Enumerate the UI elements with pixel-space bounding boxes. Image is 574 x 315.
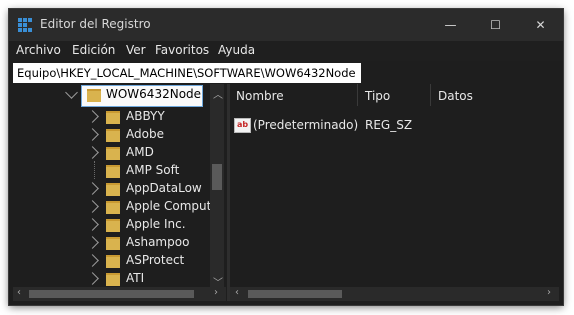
key-tree-pane: WOW6432Node ABBYY Adobe AMD AMP Soft App…	[13, 84, 226, 301]
address-bar[interactable]: Equipo\HKEY_LOCAL_MACHINE\SOFTWARE\WOW64…	[13, 63, 361, 83]
folder-icon	[106, 201, 120, 214]
column-header-tipo[interactable]: Tipo	[365, 89, 390, 103]
menu-archivo[interactable]: Archivo	[16, 43, 61, 57]
chevron-right-icon[interactable]	[86, 200, 99, 213]
value-name: (Predeterminado)	[253, 118, 359, 132]
chevron-right-icon[interactable]	[86, 272, 99, 285]
folder-icon	[106, 237, 120, 250]
scrollbar-thumb[interactable]	[29, 290, 194, 298]
scrollbar-thumb[interactable]	[248, 290, 342, 298]
tree-item-label: Ashampoo	[126, 235, 190, 249]
folder-icon	[106, 183, 120, 196]
scroll-right-icon[interactable]: ›	[214, 287, 218, 298]
window-title: Editor del Registro	[40, 17, 151, 31]
tree-item-label: ATI	[126, 271, 145, 285]
folder-icon	[106, 219, 120, 232]
chevron-down-icon[interactable]	[65, 86, 78, 99]
chevron-right-icon[interactable]	[86, 254, 99, 267]
tree-item-label: Apple Computer	[126, 199, 224, 213]
chevron-right-icon[interactable]	[86, 182, 99, 195]
values-pane: Nombre Tipo Datos ab (Predeterminado) RE…	[230, 84, 559, 301]
tree-item[interactable]: AMD	[13, 143, 208, 161]
tree-item-label: Apple Inc.	[126, 217, 186, 231]
tree-item-label: ABBYY	[126, 109, 165, 123]
tree-item-label: AppDataLow	[126, 181, 202, 195]
close-button[interactable]: ✕	[518, 9, 563, 41]
folder-icon	[87, 89, 101, 102]
menu-ayuda[interactable]: Ayuda	[218, 43, 255, 57]
menu-ver[interactable]: Ver	[126, 43, 146, 57]
chevron-right-icon[interactable]	[86, 236, 99, 249]
tree-item[interactable]: ABBYY	[13, 107, 208, 125]
menu-favoritos[interactable]: Favoritos	[155, 43, 209, 57]
value-type: REG_SZ	[365, 118, 413, 132]
minimize-icon: —	[444, 18, 457, 32]
tree-item[interactable]: Ashampoo	[13, 233, 208, 251]
tree-item[interactable]: ATI	[13, 269, 208, 287]
menu-edicion[interactable]: Edición	[72, 43, 115, 57]
column-divider[interactable]	[357, 84, 358, 106]
column-header-nombre[interactable]: Nombre	[236, 89, 284, 103]
tree-item[interactable]: Adobe	[13, 125, 208, 143]
scrollbar-thumb[interactable]	[212, 164, 222, 190]
close-icon: ✕	[535, 18, 546, 32]
tree-item[interactable]: AppDataLow	[13, 179, 208, 197]
registry-editor-window: Editor del Registro — ☐ ✕ Archivo Edició…	[9, 9, 563, 305]
tree-item-label: AMD	[126, 145, 154, 159]
column-divider[interactable]	[430, 84, 431, 106]
values-horizontal-scrollbar[interactable]: ‹ ›	[230, 287, 559, 301]
chevron-right-icon[interactable]	[86, 218, 99, 231]
scroll-up-icon[interactable]: ︿	[213, 86, 223, 101]
folder-icon	[106, 255, 120, 268]
regedit-icon	[18, 18, 32, 32]
chevron-right-icon[interactable]	[86, 146, 99, 159]
column-header-datos[interactable]: Datos	[438, 89, 473, 103]
title-bar[interactable]: Editor del Registro — ☐ ✕	[9, 9, 563, 41]
maximize-button[interactable]: ☐	[473, 9, 518, 41]
tree-item-label: Adobe	[126, 127, 164, 141]
folder-icon	[106, 147, 120, 160]
maximize-icon: ☐	[490, 18, 501, 32]
tree-horizontal-scrollbar[interactable]: ‹ ›	[13, 287, 226, 301]
tree-item[interactable]: AMP Soft	[13, 161, 208, 179]
minimize-button[interactable]: —	[428, 9, 473, 41]
folder-icon	[106, 273, 120, 286]
tree-vertical-scrollbar[interactable]: ︿ ﹀	[210, 84, 224, 289]
tree-item-label: AMP Soft	[126, 163, 180, 177]
chevron-right-icon[interactable]	[86, 110, 99, 123]
folder-icon	[106, 129, 120, 142]
menu-bar: Archivo Edición Ver Favoritos Ayuda	[9, 41, 563, 61]
string-value-icon: ab	[234, 118, 251, 133]
tree-connector-line	[94, 161, 96, 179]
folder-icon	[106, 111, 120, 124]
tree-item[interactable]: ASProtect	[13, 251, 208, 269]
scroll-left-icon[interactable]: ‹	[235, 287, 239, 298]
address-path: Equipo\HKEY_LOCAL_MACHINE\SOFTWARE\WOW64…	[17, 66, 356, 80]
tree-item-label: ASProtect	[126, 253, 185, 267]
chevron-right-icon[interactable]	[86, 128, 99, 141]
tree-item-label: WOW6432Node	[106, 87, 202, 101]
scroll-left-icon[interactable]: ‹	[17, 287, 21, 298]
folder-icon	[106, 165, 120, 178]
tree-item[interactable]: Apple Computer	[13, 197, 224, 215]
tree-item[interactable]: Apple Inc.	[13, 215, 208, 233]
scroll-right-icon[interactable]: ›	[547, 287, 551, 298]
